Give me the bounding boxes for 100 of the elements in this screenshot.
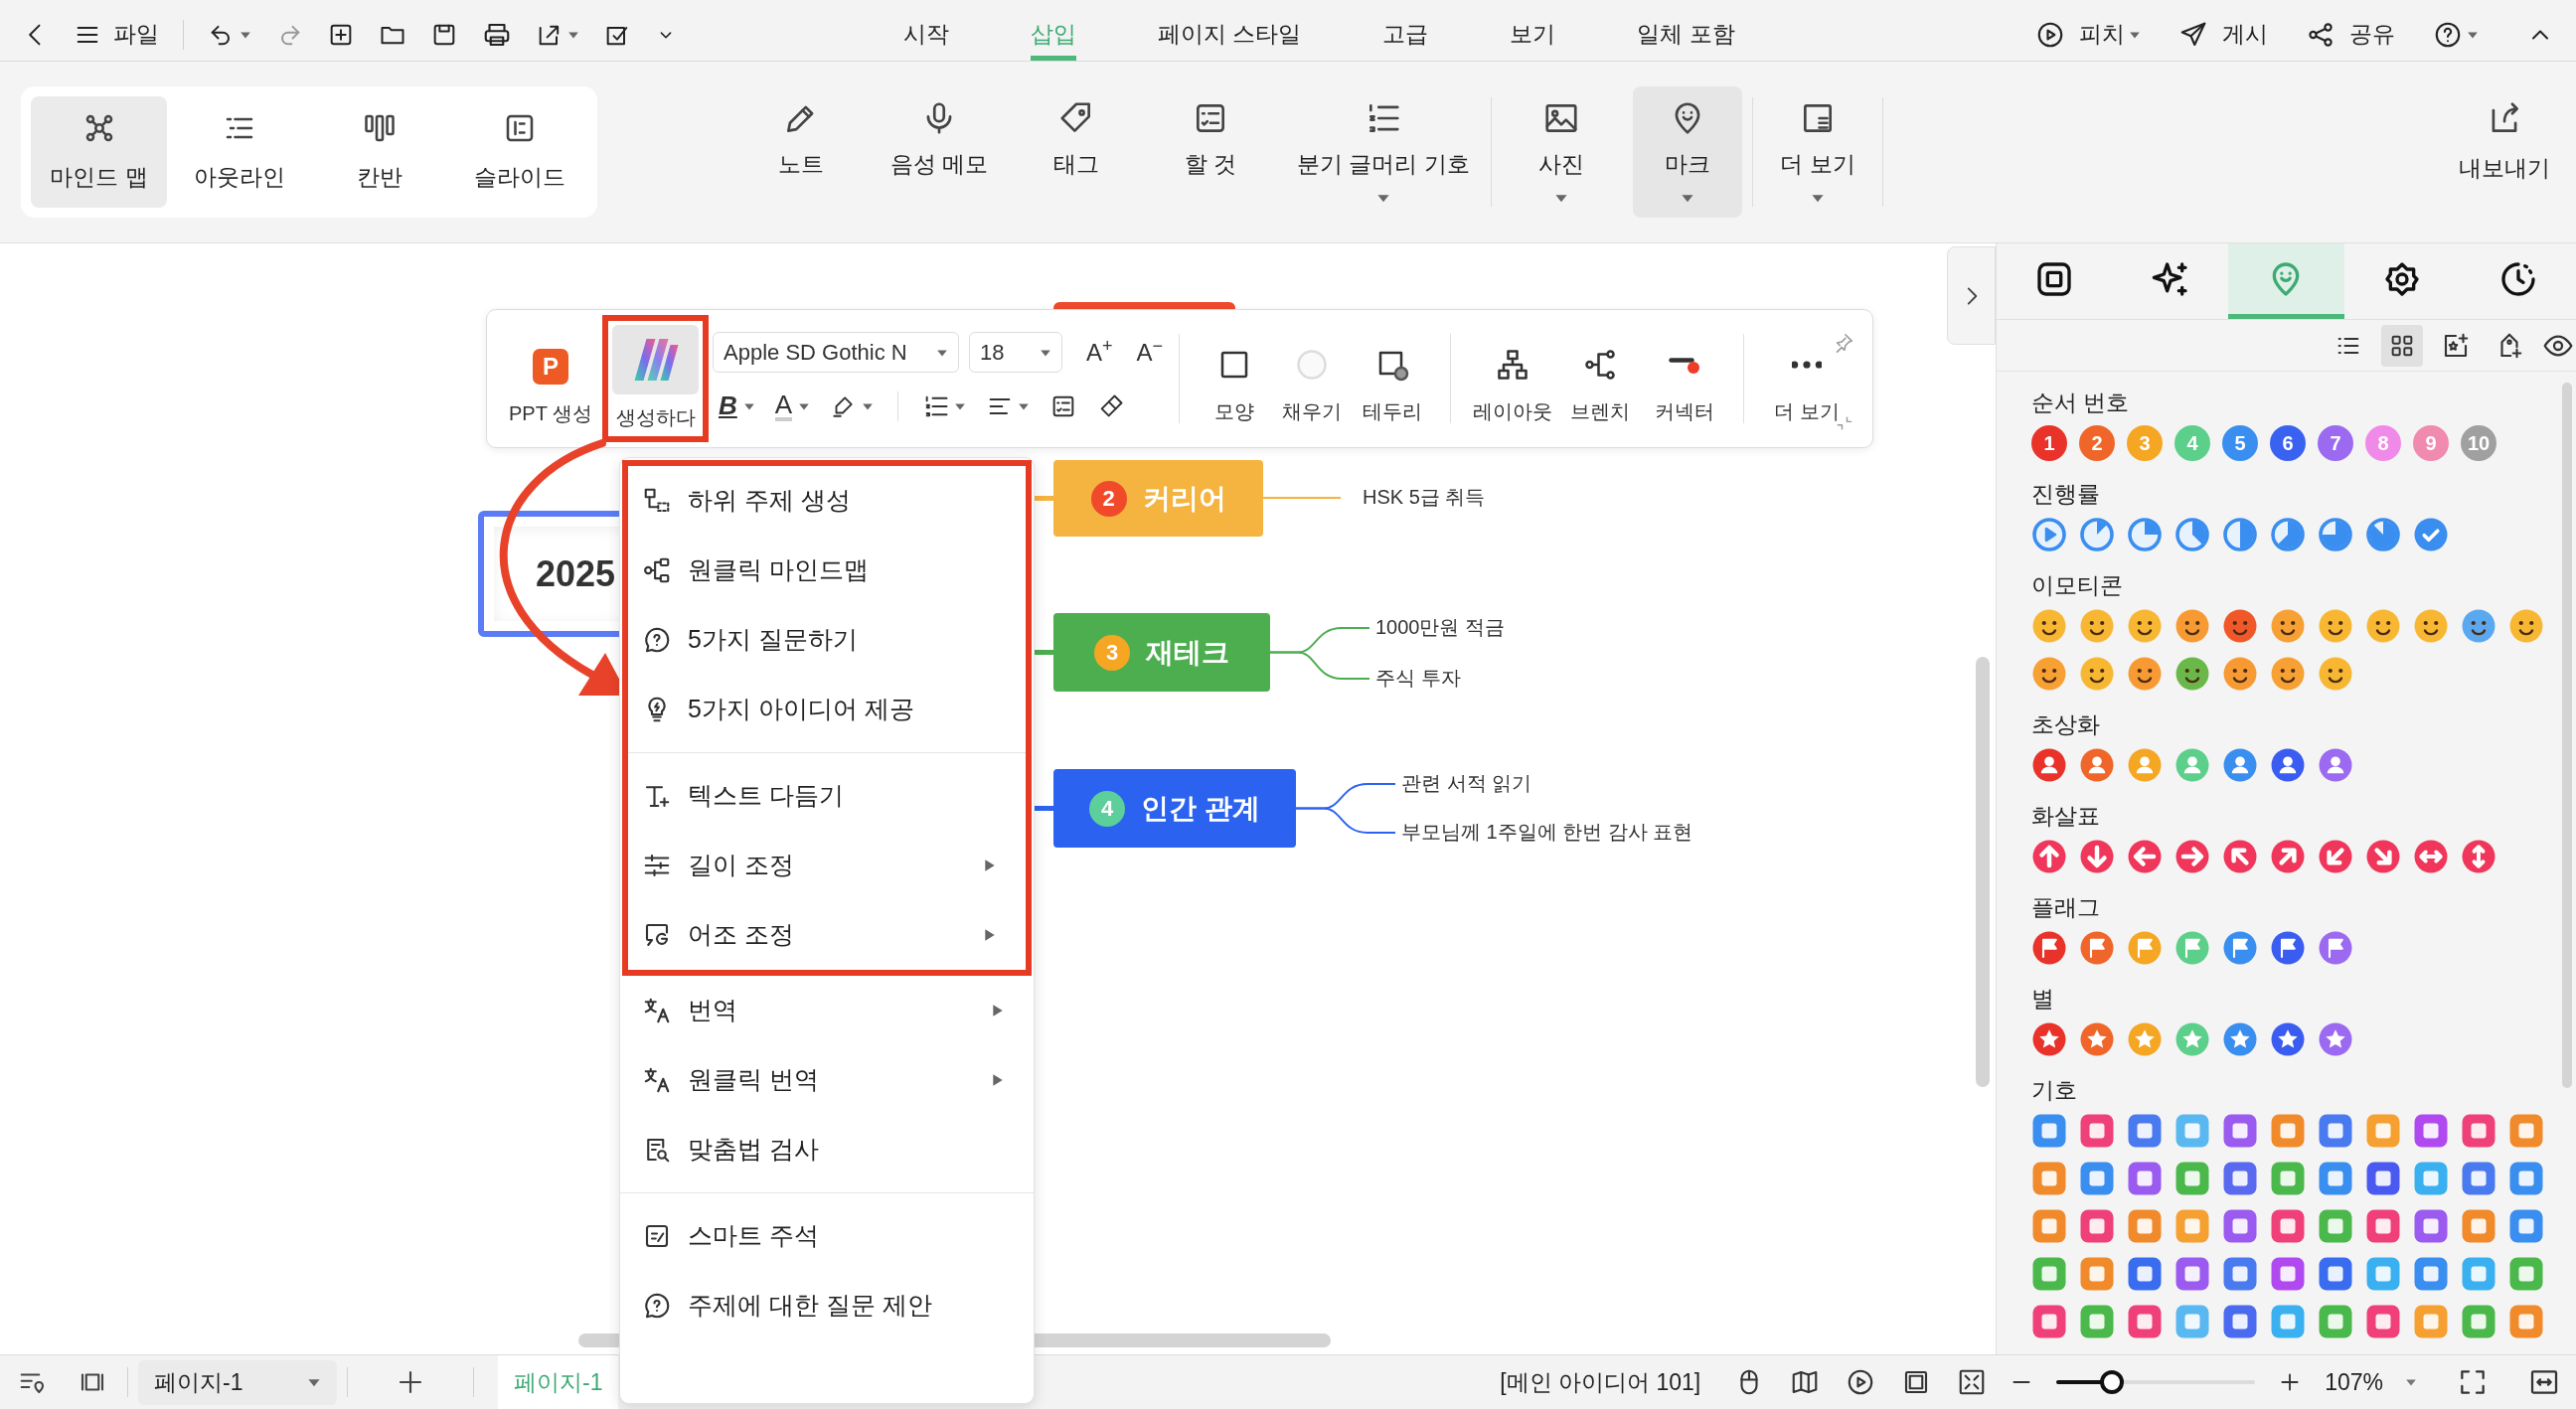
symbol-tile-icon[interactable] — [2508, 1256, 2544, 1292]
pie-progress-icon[interactable] — [2270, 517, 2306, 552]
menu-item[interactable]: 어조 조정 — [628, 900, 1026, 970]
number-mark[interactable]: 6 — [2270, 425, 2306, 461]
person-icon[interactable] — [2079, 747, 2115, 783]
symbol-tile-icon[interactable] — [2222, 1304, 2258, 1339]
symbol-tile-icon[interactable] — [2222, 1113, 2258, 1149]
symbol-tile-icon[interactable] — [2318, 1256, 2353, 1292]
decrease-font-button[interactable]: A$^{−}$ — [1136, 334, 1164, 371]
menu-item[interactable]: 주제에 대한 질문 제안 — [620, 1271, 1034, 1340]
flag-icon[interactable] — [2222, 930, 2258, 966]
face-icon[interactable] — [2365, 608, 2401, 644]
toolbar-button[interactable]: 피치 — [2079, 17, 2125, 52]
symbol-tile-icon[interactable] — [2031, 1304, 2067, 1339]
pie-progress-icon[interactable] — [2174, 517, 2210, 552]
view-button[interactable]: 마인드 맵 — [31, 96, 167, 208]
topic-node[interactable]: 4 인간 관계 — [1053, 769, 1296, 848]
side-panel-toggle[interactable] — [1947, 246, 1996, 345]
face-icon[interactable] — [2079, 608, 2115, 644]
person-icon[interactable] — [2031, 747, 2067, 783]
face-icon[interactable] — [2413, 608, 2449, 644]
symbol-tile-icon[interactable] — [2318, 1161, 2353, 1196]
ribbon-button[interactable]: 태그 — [1018, 86, 1135, 218]
symbol-tile-icon[interactable] — [2508, 1208, 2544, 1244]
symbol-tile-icon[interactable] — [2318, 1113, 2353, 1149]
symbol-tile-icon[interactable] — [2127, 1208, 2163, 1244]
symbol-tile-icon[interactable] — [2079, 1113, 2115, 1149]
menu-item[interactable]: 하위 주제 생성 — [628, 466, 1026, 536]
symbol-tile-icon[interactable] — [2270, 1161, 2306, 1196]
menu-item[interactable]: 5가지 질문하기 — [628, 605, 1026, 675]
view-button[interactable]: 칸반 — [311, 96, 447, 208]
face-icon[interactable] — [2318, 656, 2353, 692]
flag-icon[interactable] — [2079, 930, 2115, 966]
toolbar-button[interactable]: 채우기 — [1273, 331, 1352, 426]
font-size-dropdown[interactable]: 18 — [969, 332, 1062, 373]
zoom-dropdown[interactable]: 107% — [2325, 1364, 2417, 1400]
symbol-tile-icon[interactable] — [2222, 1208, 2258, 1244]
symbol-tile-icon[interactable] — [2174, 1256, 2210, 1292]
menu-item[interactable]: 길이 조정 — [628, 831, 1026, 900]
menu-item[interactable]: 번역 — [620, 976, 1034, 1045]
symbol-tile-icon[interactable] — [2413, 1304, 2449, 1339]
toolbar-button[interactable]: 게시 — [2222, 17, 2268, 52]
view-mode-button[interactable] — [2381, 324, 2423, 367]
symbol-tile-icon[interactable] — [2174, 1304, 2210, 1339]
menu-tab[interactable]: 시작 — [903, 8, 949, 61]
symbol-tile-icon[interactable] — [2413, 1161, 2449, 1196]
symbol-tile-icon[interactable] — [2031, 1256, 2067, 1292]
view-button[interactable]: 슬라이드 — [451, 96, 587, 208]
toolbar-button[interactable]: 더 보기 — [1760, 331, 1854, 426]
face-icon[interactable] — [2270, 656, 2306, 692]
pie-progress-icon[interactable] — [2222, 517, 2258, 552]
subtopic-text[interactable]: 관련 서적 읽기 — [1401, 773, 1532, 793]
symbol-tile-icon[interactable] — [2365, 1161, 2401, 1196]
menu-item[interactable]: 5가지 아이디어 제공 — [628, 675, 1026, 744]
symbol-tile-icon[interactable] — [2318, 1304, 2353, 1339]
face-icon[interactable] — [2079, 656, 2115, 692]
face-icon[interactable] — [2174, 608, 2210, 644]
play-progress-icon[interactable] — [2031, 517, 2067, 552]
view-button[interactable]: 아웃라인 — [171, 96, 307, 208]
face-icon[interactable] — [2222, 608, 2258, 644]
symbol-tile-icon[interactable] — [2461, 1208, 2496, 1244]
symbol-tile-icon[interactable] — [2413, 1113, 2449, 1149]
face-icon[interactable] — [2174, 656, 2210, 692]
symbol-tile-icon[interactable] — [2079, 1256, 2115, 1292]
file-menu[interactable]: 파일 — [113, 17, 159, 52]
face-icon[interactable] — [2222, 656, 2258, 692]
symbol-tile-icon[interactable] — [2127, 1161, 2163, 1196]
export-button[interactable]: 내보내기 — [2459, 98, 2550, 206]
menu-item[interactable]: 맞춤법 검사 — [620, 1115, 1034, 1184]
symbol-tile-icon[interactable] — [2174, 1208, 2210, 1244]
face-icon[interactable] — [2031, 656, 2067, 692]
ribbon-button[interactable]: 분기 글머리 기호 — [1286, 86, 1481, 218]
symbol-tile-icon[interactable] — [2413, 1208, 2449, 1244]
pie-progress-icon[interactable] — [2127, 517, 2163, 552]
menu-item[interactable]: 원클릭 번역 — [620, 1045, 1034, 1115]
number-mark[interactable]: 1 — [2031, 425, 2067, 461]
toolbar-button[interactable]: 브렌치 — [1558, 331, 1643, 426]
menu-item[interactable]: 텍스트 다듬기 — [628, 761, 1026, 831]
ribbon-button[interactable]: 노트 — [741, 86, 861, 218]
symbol-tile-icon[interactable] — [2127, 1304, 2163, 1339]
check-progress-icon[interactable] — [2413, 517, 2449, 552]
symbol-tile-icon[interactable] — [2365, 1256, 2401, 1292]
person-icon[interactable] — [2270, 747, 2306, 783]
symbol-tile-icon[interactable] — [2461, 1304, 2496, 1339]
symbol-tile-icon[interactable] — [2270, 1208, 2306, 1244]
toolbar-button[interactable]: 모양 — [1196, 331, 1274, 426]
menu-item[interactable]: 스마트 주석 — [620, 1201, 1034, 1271]
person-icon[interactable] — [2318, 747, 2353, 783]
symbol-tile-icon[interactable] — [2365, 1304, 2401, 1339]
person-icon[interactable] — [2222, 747, 2258, 783]
generate-button[interactable]: 생성하다 — [612, 325, 699, 432]
face-icon[interactable] — [2318, 608, 2353, 644]
subtopic-text[interactable]: HSK 5급 취득 — [1363, 487, 1486, 507]
symbol-tile-icon[interactable] — [2461, 1161, 2496, 1196]
symbol-tile-icon[interactable] — [2031, 1161, 2067, 1196]
symbol-tile-icon[interactable] — [2365, 1113, 2401, 1149]
menu-tab[interactable]: 일체 포함 — [1637, 8, 1735, 61]
flag-icon[interactable] — [2318, 930, 2353, 966]
symbol-tile-icon[interactable] — [2508, 1304, 2544, 1339]
face-icon[interactable] — [2127, 608, 2163, 644]
